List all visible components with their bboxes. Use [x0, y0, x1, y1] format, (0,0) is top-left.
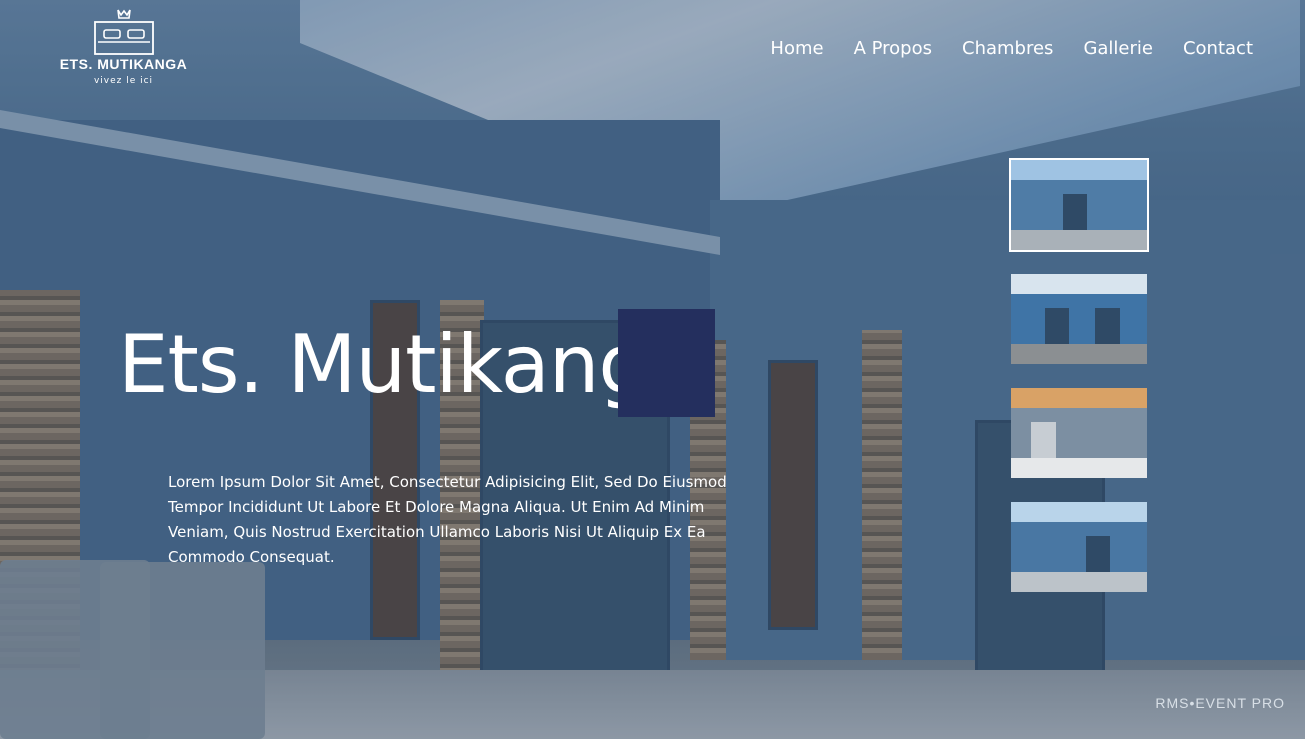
nav-item-contact[interactable]: Contact [1183, 38, 1253, 59]
bed-crown-icon [93, 9, 154, 55]
nav-item-gallerie[interactable]: Gallerie [1083, 38, 1153, 59]
gallery-thumbnail-1[interactable] [1009, 158, 1149, 252]
watermark: RMS•EVENT PRO [1155, 695, 1285, 711]
nav-item-a-propos[interactable]: A Propos [854, 38, 932, 59]
accent-block [618, 309, 715, 417]
main-nav: Home A Propos Chambres Gallerie Contact [770, 38, 1253, 59]
hero-section: ETS. MUTIKANGA vivez le ici Home A Propo… [0, 0, 1305, 739]
brand-logo[interactable]: ETS. MUTIKANGA vivez le ici [56, 8, 191, 88]
nav-item-chambres[interactable]: Chambres [962, 38, 1053, 59]
gallery-thumbnails [1009, 158, 1149, 614]
gallery-thumbnail-2[interactable] [1009, 272, 1149, 366]
nav-item-home[interactable]: Home [770, 38, 823, 59]
hero-title: Ets. Mutikanga [118, 318, 697, 411]
gallery-thumbnail-4[interactable] [1009, 500, 1149, 594]
brand-tagline: vivez le ici [93, 76, 154, 86]
gallery-thumbnail-3[interactable] [1009, 386, 1149, 480]
brand-name: ETS. MUTIKANGA [59, 56, 188, 72]
hero-description: Lorem Ipsum Dolor Sit Amet, Consectetur … [168, 473, 727, 566]
